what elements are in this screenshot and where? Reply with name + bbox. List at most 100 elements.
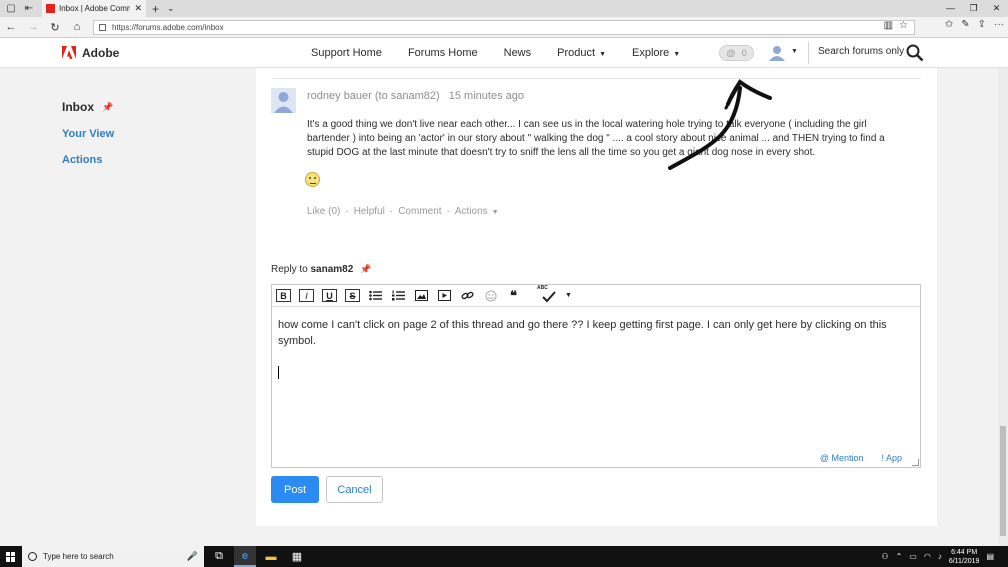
cortana-icon (28, 552, 37, 561)
mention-link[interactable]: @ Mention (820, 453, 864, 463)
browser-tab[interactable]: Inbox | Adobe Commun ✕ (42, 0, 146, 17)
taskbar-search[interactable]: Type here to search 🎤 (22, 546, 204, 567)
pin-icon[interactable]: 📌 (102, 102, 113, 113)
close-tab-icon[interactable]: ✕ (134, 3, 142, 14)
url-text: https://forums.adobe.com/inbox (112, 23, 224, 32)
link-icon[interactable] (460, 289, 475, 302)
user-avatar-icon[interactable] (768, 45, 786, 61)
window-controls: — ❐ ✕ (939, 0, 1008, 17)
numbered-list-icon[interactable] (391, 289, 406, 302)
reply-text[interactable]: how come I can't click on page 2 of this… (278, 317, 908, 349)
search-input[interactable]: Search forums only (818, 46, 904, 57)
url-field[interactable]: https://forums.adobe.com/inbox (93, 20, 915, 35)
italic-button[interactable]: I (299, 289, 314, 302)
favorites-icon[interactable]: ✩ (945, 19, 953, 30)
notification-count: 0 (741, 48, 747, 58)
tab-preview-chevron-icon[interactable]: ⌄ (167, 3, 175, 14)
more-icon[interactable]: ··· (994, 19, 1004, 30)
sidebar-link-your-view[interactable]: Your View (62, 128, 114, 140)
chevron-down-icon: ▼ (673, 51, 681, 58)
maximize-icon[interactable]: ❐ (962, 0, 985, 17)
editor-footer: @ Mention ! App (820, 453, 902, 463)
address-bar: ← → ↻ ⌂ https://forums.adobe.com/inbox ▥… (0, 17, 1008, 38)
reply-heading: Reply to sanam82 📌 (271, 264, 371, 275)
pin-icon[interactable]: 📌 (360, 264, 371, 274)
tab-title: Inbox | Adobe Commun (59, 4, 131, 13)
start-button[interactable] (0, 546, 22, 567)
page-scrollbar[interactable] (998, 68, 1008, 546)
forward-icon[interactable]: → (22, 21, 44, 33)
system-clock[interactable]: 6:44 PM 6/11/2019 (949, 548, 980, 566)
notes-icon[interactable]: ✎ (961, 19, 969, 30)
refresh-icon[interactable]: ↻ (44, 21, 66, 34)
image-icon[interactable] (414, 289, 429, 302)
windows-taskbar: Type here to search 🎤 ⧉ e ▬ ▦ ⚇ ⌃ ▭ ◠ ♪ … (0, 546, 1008, 567)
tabs-aside-icon[interactable]: ⇤ (22, 2, 36, 16)
post-recipient: (to sanam82) (374, 90, 440, 102)
mention-icon: @ (726, 48, 736, 58)
sidebar-link-actions[interactable]: Actions (62, 154, 114, 166)
scrollbar-thumb[interactable] (1000, 426, 1006, 536)
author-avatar-icon[interactable] (271, 88, 296, 113)
nav-forums-home[interactable]: Forums Home (408, 47, 478, 59)
chevron-down-icon: ▼ (599, 51, 606, 58)
share-icon[interactable]: ⇪ (978, 19, 986, 30)
spellcheck-icon[interactable]: ABC (535, 285, 563, 303)
new-tab-icon[interactable]: + (152, 2, 159, 16)
separator: · (389, 206, 394, 217)
resize-handle[interactable] (912, 459, 919, 466)
nav-explore[interactable]: Explore ▼ (632, 47, 680, 59)
actions-menu[interactable]: Actions ▼ (455, 206, 499, 217)
user-menu-chevron-icon[interactable]: ▼ (791, 48, 798, 55)
windows-logo-icon (6, 551, 16, 562)
post-button[interactable]: Post (271, 476, 319, 503)
spellcheck-label: ABC (537, 285, 548, 291)
minimize-icon[interactable]: — (939, 0, 962, 17)
adobe-logo-icon (62, 46, 76, 60)
people-icon[interactable]: ⚇ (881, 552, 888, 561)
edge-browser-icon[interactable]: e (234, 546, 256, 567)
text-cursor (278, 366, 279, 379)
spellcheck-chevron-icon[interactable]: ▼ (561, 289, 576, 302)
volume-icon[interactable]: ♪ (938, 552, 942, 561)
separator: · (345, 206, 349, 217)
home-icon[interactable]: ⌂ (66, 21, 88, 33)
post-author[interactable]: rodney bauer (307, 90, 372, 102)
like-link[interactable]: Like (0) (307, 206, 340, 217)
notifications-button[interactable]: @ 0 (719, 45, 754, 61)
bold-button[interactable]: B (276, 289, 291, 302)
search-icon[interactable] (906, 44, 924, 62)
quote-icon[interactable]: ❝ (506, 288, 521, 303)
helpful-link[interactable]: Helpful (354, 206, 385, 217)
back-icon[interactable]: ← (0, 21, 22, 33)
sidebar-title-text: Inbox (62, 100, 94, 114)
reading-view-icon[interactable]: ▥ (884, 20, 893, 31)
tab-actions-icon[interactable]: ▢ (4, 2, 18, 16)
microphone-icon[interactable]: 🎤 (187, 551, 198, 562)
emoji-icon[interactable] (483, 289, 498, 302)
strikethrough-button[interactable]: S (345, 289, 360, 302)
cancel-button[interactable]: Cancel (326, 476, 383, 503)
site-header: Adobe Support Home Forums Home News Prod… (0, 38, 1008, 68)
reply-editor[interactable]: B I U S ❝ ABC ▼ how come I can't click o… (271, 284, 921, 468)
battery-icon[interactable]: ▭ (909, 552, 917, 561)
calendar-app-icon[interactable]: ▦ (286, 546, 308, 567)
comment-link[interactable]: Comment (398, 206, 441, 217)
network-icon[interactable]: ◠ (924, 552, 931, 561)
app-link[interactable]: ! App (881, 453, 902, 463)
favorite-star-icon[interactable]: ☆ (899, 20, 908, 31)
show-hidden-icons-chevron-icon[interactable]: ⌃ (896, 552, 903, 561)
bullet-list-icon[interactable] (368, 289, 383, 302)
adobe-favicon-icon (46, 4, 55, 13)
underline-button[interactable]: U (322, 289, 337, 302)
action-center-icon[interactable]: ▤ (986, 552, 994, 561)
nav-news[interactable]: News (504, 47, 532, 59)
close-window-icon[interactable]: ✕ (985, 0, 1008, 17)
nav-product[interactable]: Product ▼ (557, 47, 606, 59)
task-view-icon[interactable]: ⧉ (208, 546, 230, 567)
nav-support-home[interactable]: Support Home (311, 47, 382, 59)
file-explorer-icon[interactable]: ▬ (260, 546, 282, 567)
adobe-logo[interactable]: Adobe (62, 46, 119, 60)
video-icon[interactable] (437, 289, 452, 302)
clock-time: 6:44 PM (951, 548, 978, 556)
